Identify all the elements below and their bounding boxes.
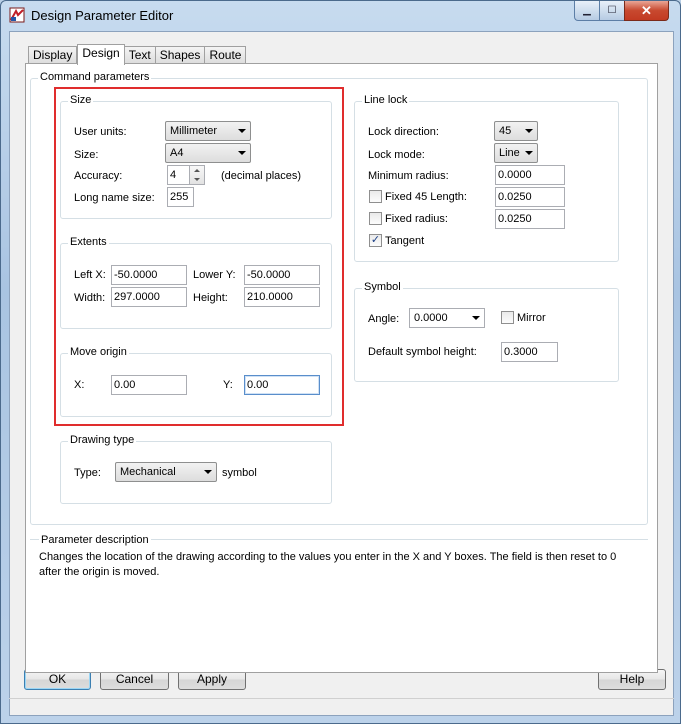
min-radius-input[interactable]: 0.0000 [495,165,565,185]
symbol-group: Symbol [354,281,619,382]
chevron-down-icon [204,470,212,474]
fixed45-checkbox[interactable] [369,190,382,203]
origin-y-input[interactable]: 0.00 [244,375,320,395]
height-input[interactable]: 210.0000 [244,287,320,307]
accuracy-spinner[interactable] [189,165,205,185]
fixed-radius-checkbox[interactable] [369,212,382,225]
origin-y-label: Y: [223,379,233,391]
chevron-down-icon [472,316,480,320]
close-button[interactable]: ✕ [624,1,669,21]
window-title: Design Parameter Editor [31,8,174,23]
app-icon [9,7,25,23]
long-name-size-input[interactable]: 255 [167,187,194,207]
size-title: Size [68,94,94,106]
lock-mode-label: Lock mode: [368,149,425,161]
drawing-type-title: Drawing type [68,434,137,446]
move-origin-title: Move origin [68,346,129,358]
check-icon: ✓ [370,234,381,246]
maximize-icon: ☐ [607,5,617,16]
minimize-icon: ▁ [583,5,591,16]
height-label: Height: [193,292,228,304]
title-bar[interactable]: Design Parameter Editor ▁ ☐ ✕ [1,1,680,31]
tab-design[interactable]: Design [77,44,125,65]
size-value: A4 [170,147,184,159]
lower-y-input[interactable]: -50.0000 [244,265,320,285]
lock-mode-value: Line [499,147,520,159]
drawing-type-suffix: symbol [222,467,257,479]
min-radius-label: Minimum radius: [368,170,449,182]
chevron-down-icon [525,129,533,133]
mirror-label: Mirror [517,312,546,324]
default-symbol-height-input[interactable]: 0.3000 [501,342,558,362]
extents-title: Extents [68,236,109,248]
tab-route[interactable]: Route [205,46,247,64]
width-input[interactable]: 297.0000 [111,287,187,307]
drawing-type-select[interactable]: Mechanical [115,462,217,482]
maximize-button[interactable]: ☐ [599,1,625,21]
long-name-size-label: Long name size: [74,192,155,204]
default-symbol-height-label: Default symbol height: [368,346,477,358]
fixed45-input[interactable]: 0.0250 [495,187,565,207]
parameter-description-text: Changes the location of the drawing acco… [39,551,617,578]
status-divider [9,698,674,699]
origin-x-input[interactable]: 0.00 [111,375,187,395]
parameter-description-title: Parameter description [39,534,151,546]
chevron-down-icon [238,129,246,133]
extents-group: Extents [60,236,332,329]
user-units-value: Millimeter [170,125,218,137]
fixed45-label: Fixed 45 Length: [385,191,467,203]
user-units-select[interactable]: Millimeter [165,121,251,141]
chevron-down-icon [525,151,533,155]
close-icon: ✕ [641,2,652,18]
dialog-window: Design Parameter Editor ▁ ☐ ✕ Display De… [0,0,681,724]
origin-x-label: X: [74,379,85,391]
tab-text[interactable]: Text [124,46,156,64]
angle-label: Angle: [368,313,400,325]
tab-shapes[interactable]: Shapes [155,46,206,64]
left-x-label: Left X: [74,269,106,281]
tangent-label: Tangent [385,235,425,247]
parameter-description-group: Parameter description Changes the locati… [30,534,648,643]
accuracy-input[interactable]: 4 [167,165,190,185]
user-units-label: User units: [74,126,127,138]
drawing-type-label: Type: [74,467,101,479]
tab-display[interactable]: Display [28,46,78,64]
chevron-down-icon [238,151,246,155]
accuracy-suffix: (decimal places) [221,170,302,182]
lock-direction-value: 45 [499,125,512,137]
command-parameters-title: Command parameters [38,71,152,83]
drawing-type-value: Mechanical [120,466,176,478]
lock-mode-select[interactable]: Line [494,143,538,163]
size-select[interactable]: A4 [165,143,251,163]
accuracy-label: Accuracy: [74,170,123,182]
lock-direction-label: Lock direction: [368,126,439,138]
line-lock-title: Line lock [362,94,410,106]
angle-combo[interactable]: 0.0000 [409,308,485,328]
lock-direction-select[interactable]: 45 [494,121,538,141]
width-label: Width: [74,292,106,304]
angle-value: 0.0000 [414,312,448,324]
left-x-input[interactable]: -50.0000 [111,265,187,285]
spin-up-icon [194,169,200,172]
tab-strip: Display Design Text Shapes Route [28,44,247,65]
spin-down-icon [194,178,200,181]
size-label: Size: [74,149,99,161]
symbol-title: Symbol [362,281,403,293]
mirror-checkbox[interactable] [501,311,514,324]
fixed-radius-label: Fixed radius: [385,213,448,225]
fixed-radius-input[interactable]: 0.0250 [495,209,565,229]
minimize-button[interactable]: ▁ [574,1,600,21]
lower-y-label: Lower Y: [193,269,236,281]
tangent-checkbox[interactable]: ✓ [369,234,382,247]
